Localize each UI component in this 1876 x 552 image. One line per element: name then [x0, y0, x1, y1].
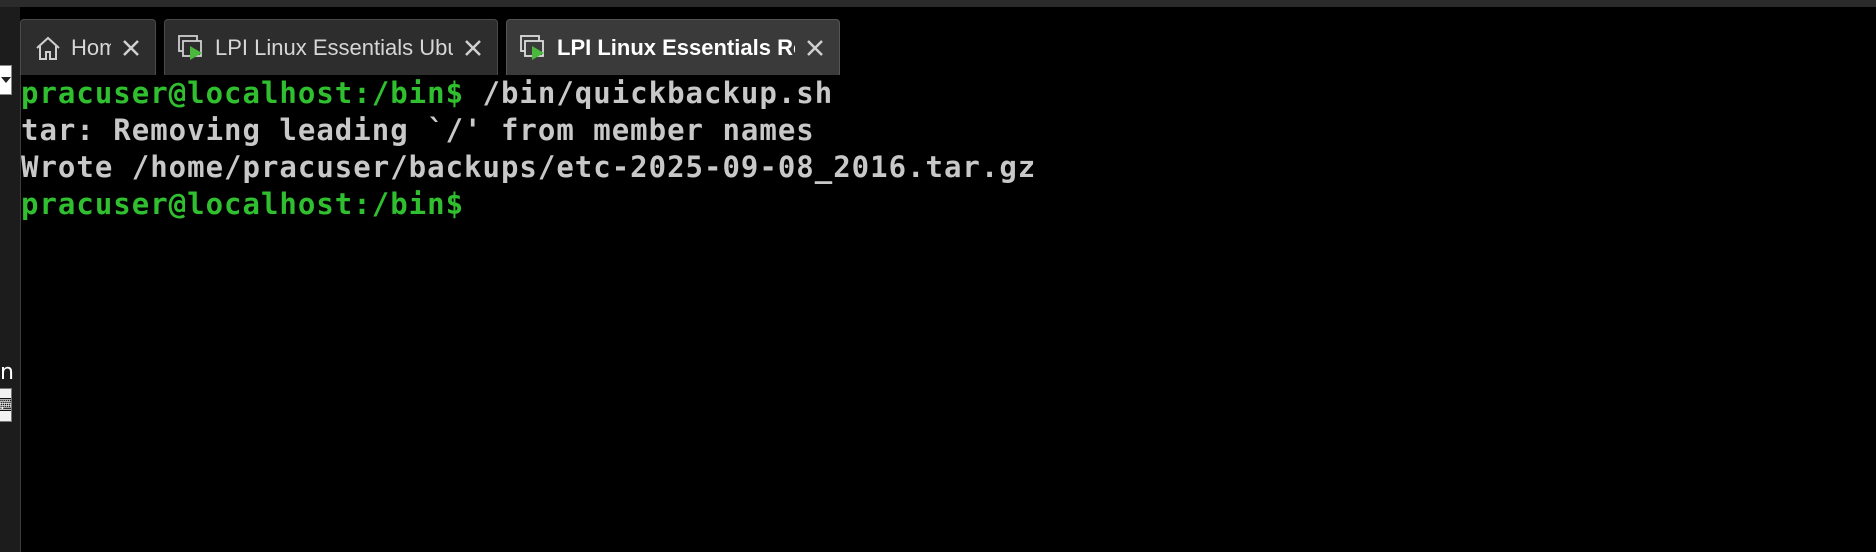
terminal-line: pracuser@localhost:/bin$ /bin/quickbacku… — [21, 75, 1876, 112]
tab-home[interactable]: Home — [20, 19, 156, 75]
tab-ubuntu-console[interactable]: LPI Linux Essentials Ubuntu Se... — [164, 19, 498, 75]
tab-label: Home — [71, 34, 111, 60]
home-icon — [36, 36, 60, 60]
left-panel-text: n — [0, 360, 14, 385]
close-icon[interactable] — [117, 34, 145, 62]
shell-prompt: pracuser@localhost:/bin$ — [21, 76, 465, 110]
command-text: /bin/quickbackup.sh — [464, 76, 834, 110]
shell-prompt: pracuser@localhost:/bin$ — [21, 187, 465, 221]
terminal-line: pracuser@localhost:/bin$ — [21, 186, 1876, 223]
close-icon[interactable] — [459, 34, 487, 62]
terminal-screen[interactable]: pracuser@localhost:/bin$ /bin/quickbacku… — [21, 75, 1876, 552]
close-icon[interactable] — [801, 34, 829, 62]
tab-label: LPI Linux Essentials Rocky ... — [557, 34, 795, 60]
terminal-line: Wrote /home/pracuser/backups/etc-2025-09… — [21, 149, 1876, 186]
vm-console-icon — [178, 34, 202, 60]
chevron-down-icon — [1, 77, 11, 83]
left-panel-button[interactable]: ⌨ — [0, 388, 12, 422]
tab-rocky-console[interactable]: LPI Linux Essentials Rocky ... — [506, 19, 840, 75]
left-side-panel: n ⌨ — [0, 7, 21, 552]
remote-console-window: n ⌨ Home LPI Linux Essentials Ubuntu Se.… — [0, 0, 1876, 552]
terminal-line: tar: Removing leading `/' from member na… — [21, 112, 1876, 149]
output-text: tar: Removing leading `/' from member na… — [21, 113, 815, 147]
vm-console-icon — [520, 34, 544, 60]
output-text: Wrote /home/pracuser/backups/etc-2025-09… — [21, 150, 1037, 184]
tab-label: LPI Linux Essentials Ubuntu Se... — [215, 34, 453, 60]
tab-bar: Home LPI Linux Essentials Ubuntu Se... — [20, 7, 1876, 75]
keyboard-icon: ⌨ — [0, 395, 11, 416]
left-dropdown[interactable] — [0, 65, 12, 95]
